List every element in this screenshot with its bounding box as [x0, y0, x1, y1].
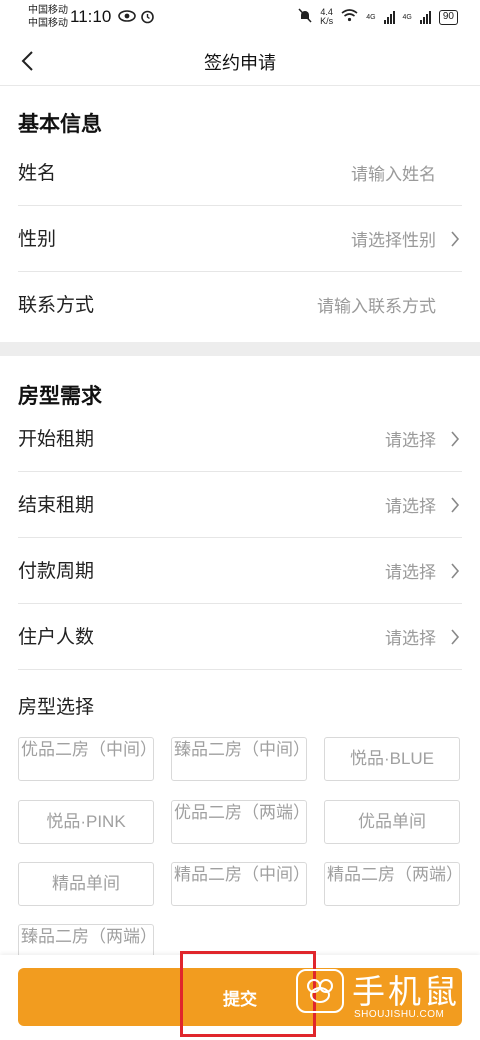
alarm-icon — [140, 9, 155, 27]
name-input[interactable]: 请输入姓名 — [351, 160, 436, 185]
field-label: 姓名 — [18, 163, 57, 184]
occupants-field[interactable]: 住户人数 请选择 — [18, 604, 462, 670]
room-type-option[interactable]: 臻品二房（中间） — [171, 737, 310, 781]
gender-field[interactable]: 性别 请选择性别 — [18, 206, 462, 272]
watermark-text: 手机鼠 — [352, 973, 460, 1010]
battery-level: 90 — [442, 10, 454, 22]
eye-icon — [118, 9, 136, 26]
battery-icon: 90 — [438, 9, 458, 25]
room-type-label: 房型选择 — [18, 697, 95, 718]
chevron-right-icon — [451, 431, 460, 447]
page-title: 签约申请 — [204, 53, 276, 73]
end-date-select[interactable]: 请选择 — [385, 492, 436, 517]
chevron-right-icon — [451, 563, 460, 579]
payment-cycle-select[interactable]: 请选择 — [385, 558, 436, 583]
name-field[interactable]: 姓名 请输入姓名 — [18, 140, 462, 206]
status-bar: 中国移动 中国移动 11:10 4.4 K/s 4G 4G 90 — [0, 0, 480, 36]
chevron-right-icon — [451, 629, 460, 645]
net-speed: 4.4 K/s — [320, 8, 333, 26]
gender-select[interactable]: 请选择性别 — [351, 226, 436, 251]
wifi-icon — [341, 9, 358, 25]
net-type-2: 4G — [402, 13, 412, 21]
field-label: 结束租期 — [18, 495, 95, 516]
signal-icon — [419, 10, 431, 24]
status-time: 11:10 — [70, 7, 112, 26]
room-type-option[interactable]: 优品二房（中间） — [18, 737, 157, 781]
field-label: 住户人数 — [18, 627, 95, 648]
carrier-info: 中国移动 中国移动 — [28, 4, 68, 30]
watermark-url: SHOUJISHU.COM — [354, 1009, 445, 1020]
occupants-select[interactable]: 请选择 — [385, 624, 436, 649]
carrier-2: 中国移动 — [28, 18, 68, 29]
room-type-option[interactable]: 悦品·PINK — [18, 800, 154, 844]
start-date-select[interactable]: 请选择 — [385, 426, 436, 451]
room-type-option[interactable]: 悦品·BLUE — [324, 737, 460, 781]
room-type-option[interactable]: 优品二房（两端） — [171, 800, 310, 844]
nav-header: 签约申请 — [0, 36, 480, 86]
field-label: 开始租期 — [18, 429, 95, 450]
carrier-1: 中国移动 — [28, 5, 68, 16]
contact-input[interactable]: 请输入联系方式 — [317, 292, 436, 317]
section-title-basic-info: 基本信息 — [18, 113, 102, 136]
field-label: 性别 — [18, 229, 57, 250]
field-label: 付款周期 — [18, 561, 95, 582]
start-date-field[interactable]: 开始租期 请选择 — [18, 406, 462, 472]
net-type-1: 4G — [366, 13, 376, 21]
room-type-option[interactable]: 精品二房（两端） — [324, 862, 463, 906]
contact-field[interactable]: 联系方式 请输入联系方式 — [18, 272, 462, 338]
chevron-right-icon — [451, 231, 460, 247]
field-label: 联系方式 — [18, 295, 95, 316]
room-type-option[interactable]: 优品单间 — [324, 800, 460, 844]
room-type-option[interactable]: 精品二房（中间） — [171, 862, 310, 906]
chevron-right-icon — [451, 497, 460, 513]
payment-cycle-field[interactable]: 付款周期 请选择 — [18, 538, 462, 604]
status-right: 4.4 K/s 4G 4G 90 — [298, 8, 458, 26]
watermark: 手机鼠 SHOUJISHU.COM — [296, 965, 466, 1029]
mute-icon — [298, 8, 312, 26]
mouse-logo-icon — [296, 969, 344, 1013]
speed-unit: K/s — [320, 16, 334, 26]
end-date-field[interactable]: 结束租期 请选择 — [18, 472, 462, 538]
section-divider — [0, 342, 480, 356]
signal-icon — [383, 10, 395, 24]
room-type-option[interactable]: 精品单间 — [18, 862, 154, 906]
